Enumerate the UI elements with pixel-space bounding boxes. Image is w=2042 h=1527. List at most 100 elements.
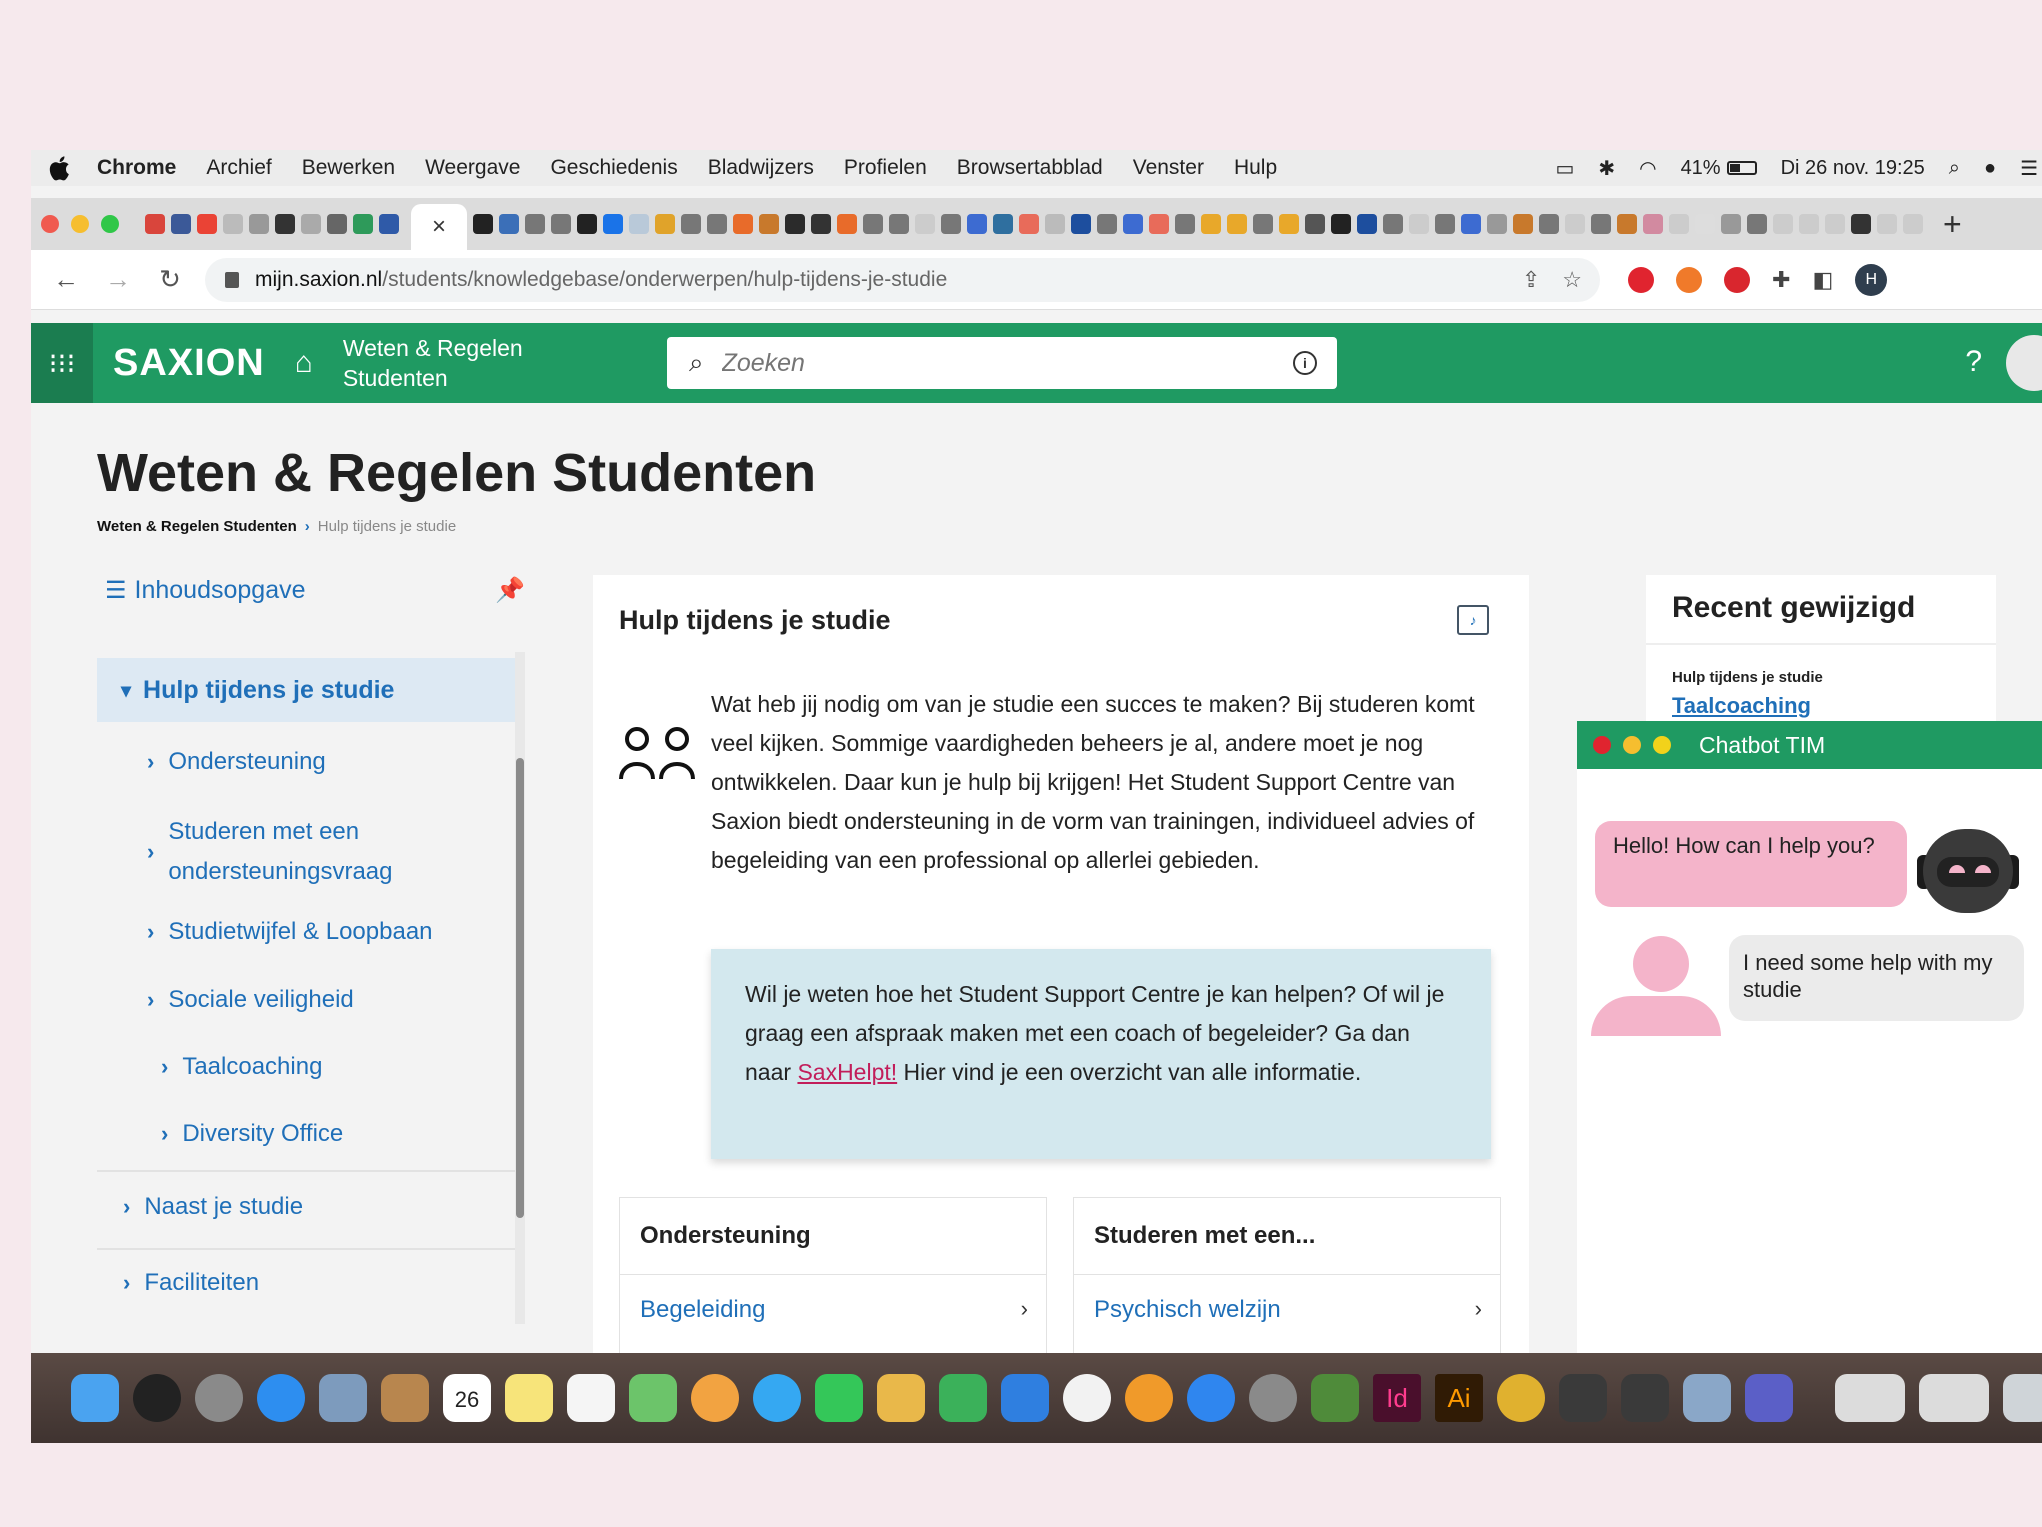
tab-favicon[interactable] [707,214,727,234]
menu-weergave[interactable]: Weergave [425,156,520,180]
tab-favicon[interactable] [1903,214,1923,234]
tab-favicon[interactable] [1799,214,1819,234]
tab-favicon[interactable] [353,214,373,234]
tab-favicon[interactable] [1669,214,1689,234]
search-input[interactable] [721,348,1262,378]
music-icon[interactable] [1063,1374,1111,1422]
tab-favicon[interactable] [1773,214,1793,234]
tab-favicon[interactable] [249,214,269,234]
documents-stack-icon[interactable] [1835,1374,1905,1422]
tab-favicon[interactable] [1383,214,1403,234]
tab-favicon[interactable] [275,214,295,234]
site-title[interactable]: Weten & Regelen Studenten [343,333,533,393]
illustrator-icon[interactable]: Ai [1435,1374,1483,1422]
photos-icon[interactable] [691,1374,739,1422]
info-icon[interactable]: i [1293,351,1317,375]
tab-favicon[interactable] [733,214,753,234]
tab-favicon[interactable] [145,214,165,234]
menu-hulp[interactable]: Hulp [1234,156,1277,180]
projector-icon[interactable] [1559,1374,1607,1422]
reminders-icon[interactable] [567,1374,615,1422]
tab-favicon[interactable] [1877,214,1897,234]
keynote-icon[interactable] [1001,1374,1049,1422]
tab-favicon[interactable] [993,214,1013,234]
tab-favicon[interactable] [1045,214,1065,234]
tab-favicon[interactable] [1409,214,1429,234]
tab-favicon[interactable] [1175,214,1195,234]
launchpad-icon[interactable] [195,1374,243,1422]
app-launcher-icon[interactable]: ⁝⁝⁝ [31,323,93,403]
back-icon[interactable]: ← [49,264,83,295]
menu-chrome[interactable]: Chrome [97,156,176,180]
contacts-icon[interactable] [381,1374,429,1422]
saxion-logo[interactable]: SAXION [113,342,265,385]
tab-favicon[interactable] [1123,214,1143,234]
tab-favicon[interactable] [1591,214,1611,234]
tab-favicon[interactable] [1279,214,1299,234]
user-avatar[interactable] [2006,335,2042,391]
menu-archief[interactable]: Archief [206,156,271,180]
share-icon[interactable]: ⇪ [1522,267,1540,293]
reload-icon[interactable]: ↻ [153,264,187,295]
books-icon[interactable] [1125,1374,1173,1422]
subcard-link-begeleiding[interactable]: Begeleiding › [640,1296,1028,1324]
tab-favicon[interactable] [1747,214,1767,234]
tab-favicon[interactable] [1357,214,1377,234]
menu-bladwijzers[interactable]: Bladwijzers [708,156,814,180]
tab-favicon[interactable] [301,214,321,234]
lock-icon[interactable] [225,271,239,288]
tab-favicon[interactable] [1227,214,1247,234]
finder-icon[interactable] [71,1374,119,1422]
tab-favicon[interactable] [1643,214,1663,234]
toc-item-active[interactable]: ▾ Hulp tijdens je studie [97,658,517,722]
tab-favicon[interactable] [1513,214,1533,234]
tab-favicon[interactable] [577,214,597,234]
opera-extension-icon[interactable] [1628,266,1654,293]
tab-favicon[interactable] [1071,214,1091,234]
datetime[interactable]: Di 26 nov. 19:25 [1781,157,1925,180]
tab-favicon[interactable] [171,214,191,234]
expand-chat-icon[interactable] [1653,736,1671,754]
tab-favicon[interactable] [1435,214,1455,234]
projector-icon[interactable] [1621,1374,1669,1422]
tab-favicon[interactable] [655,214,675,234]
tab-favicon[interactable] [473,214,493,234]
tab-favicon[interactable] [379,214,399,234]
subcard-link-psychisch-welzijn[interactable]: Psychisch welzijn › [1094,1296,1482,1324]
close-chat-icon[interactable] [1593,736,1611,754]
tab-favicon[interactable] [499,214,519,234]
tab-close-icon[interactable]: × [432,213,446,241]
minimize-window-icon[interactable] [71,215,89,233]
toc-item-sociale-veiligheid[interactable]: › Sociale veiligheid [147,986,354,1014]
active-tab[interactable]: × [411,204,467,250]
app-store-icon[interactable] [1187,1374,1235,1422]
menu-geschiedenis[interactable]: Geschiedenis [550,156,677,180]
battery-icon[interactable] [1726,161,1757,175]
tab-favicon[interactable] [1097,214,1117,234]
breadcrumb-home[interactable]: Weten & Regelen Studenten [97,518,297,535]
toc-item-naast-je-studie[interactable]: › Naast je studie [123,1193,303,1221]
system-preferences-icon[interactable] [1249,1374,1297,1422]
tab-favicon[interactable] [1721,214,1741,234]
tab-favicon[interactable] [1617,214,1637,234]
preview-icon[interactable] [319,1374,367,1422]
menu-profielen[interactable]: Profielen [844,156,927,180]
toc-item-studeren[interactable]: › Studeren met een ondersteuningsvraag [147,812,447,892]
downloads-stack-icon[interactable] [1919,1374,1989,1422]
messages-icon[interactable] [753,1374,801,1422]
toc-header[interactable]: ☰ Inhoudsopgave 📌 [105,576,525,605]
apple-icon[interactable] [49,154,77,182]
tab-favicon[interactable] [1305,214,1325,234]
toc-item-taalcoaching[interactable]: › Taalcoaching [161,1053,322,1081]
notes-icon[interactable] [505,1374,553,1422]
address-bar[interactable]: mijn.saxion.nl/students/knowledgebase/on… [205,257,1600,302]
flame-extension-icon[interactable] [1676,266,1702,293]
tab-favicon[interactable] [785,214,805,234]
recent-link[interactable]: Taalcoaching [1672,693,1811,719]
toc-item-ondersteuning[interactable]: › Ondersteuning [147,748,326,776]
tab-favicon[interactable] [863,214,883,234]
tab-favicon[interactable] [1461,214,1481,234]
spotlight-icon[interactable]: ⌕ [1949,157,1960,180]
close-window-icon[interactable] [41,215,59,233]
tab-favicon[interactable] [681,214,701,234]
